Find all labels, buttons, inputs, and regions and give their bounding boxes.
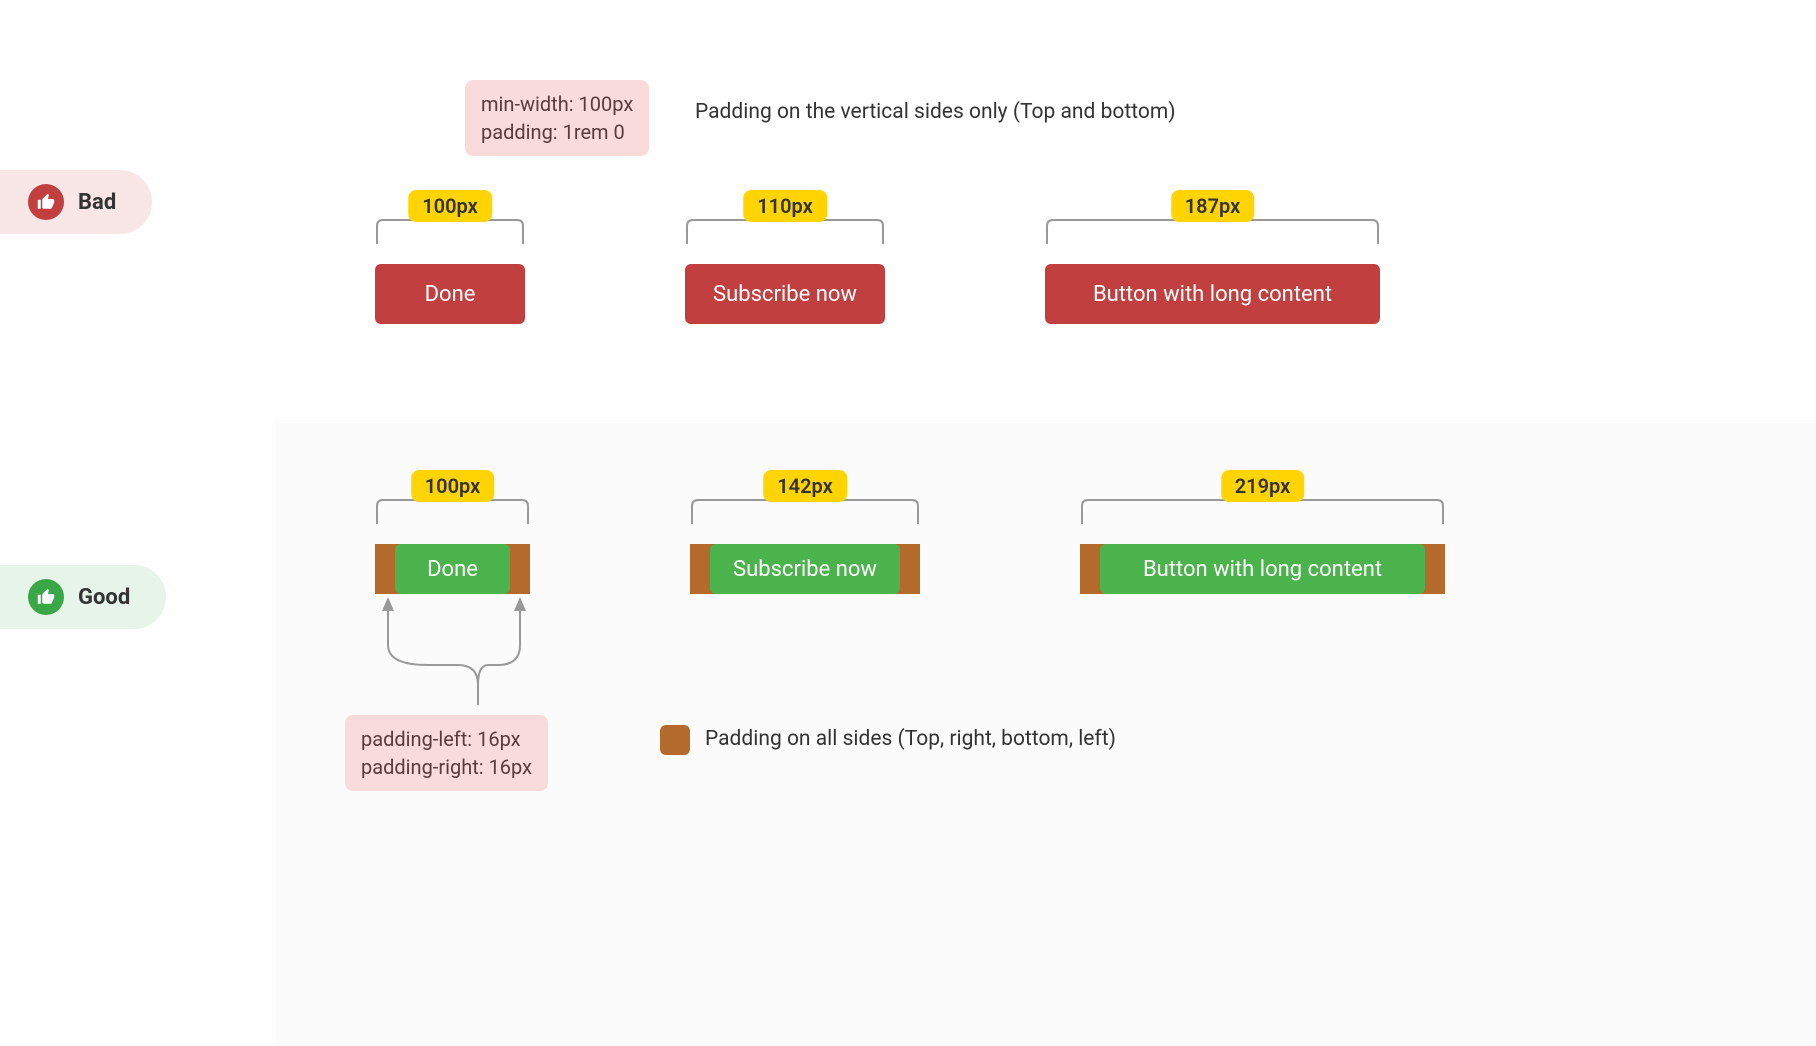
bad-label: Bad (78, 190, 116, 215)
code-line: padding-right: 16px (361, 753, 532, 781)
width-label: 110px (743, 190, 827, 222)
bad-label-pill: Bad (0, 170, 152, 234)
bad-button-done: Done (375, 264, 525, 324)
width-label: 142px (763, 470, 847, 502)
arrows-icon (370, 595, 570, 715)
good-button-done: Done (375, 544, 530, 594)
content: min-width: 100px padding: 1rem 0 Padding… (275, 0, 1816, 1046)
bad-item-2: 110px Subscribe now (685, 200, 885, 324)
width-label: 100px (411, 470, 495, 502)
code-line: padding: 1rem 0 (481, 118, 633, 146)
width-bracket: 187px (1045, 200, 1380, 246)
good-label-pill: Good (0, 565, 166, 629)
page: Bad Good min-width: 100px padding: 1rem … (0, 0, 1816, 1046)
thumbs-up-icon (28, 579, 64, 615)
code-line: padding-left: 16px (361, 725, 532, 753)
good-code-box: padding-left: 16px padding-right: 16px (345, 715, 548, 791)
good-button-inner: Button with long content (1100, 544, 1425, 594)
bad-caption: Padding on the vertical sides only (Top … (695, 100, 1176, 124)
good-legend-caption: Padding on all sides (Top, right, bottom… (705, 727, 1116, 751)
bad-button-subscribe: Subscribe now (685, 264, 885, 324)
good-label: Good (78, 585, 130, 610)
bad-row: 100px Done 110px Subscribe now 187px (375, 200, 1380, 324)
sidebar: Bad Good (0, 0, 275, 1046)
bad-item-3: 187px Button with long content (1045, 200, 1380, 324)
width-bracket: 110px (685, 200, 885, 246)
thumbs-down-icon (28, 184, 64, 220)
code-line: min-width: 100px (481, 90, 633, 118)
good-button-long: Button with long content (1080, 544, 1445, 594)
width-bracket: 100px (375, 200, 525, 246)
good-button-subscribe: Subscribe now (690, 544, 920, 594)
good-row: 100px Done 142px Subscribe now (375, 480, 1445, 594)
bad-code-box: min-width: 100px padding: 1rem 0 (465, 80, 649, 156)
width-bracket: 100px (375, 480, 530, 526)
good-item-3: 219px Button with long content (1080, 480, 1445, 594)
width-label: 219px (1221, 470, 1305, 502)
width-label: 187px (1171, 190, 1255, 222)
good-item-2: 142px Subscribe now (690, 480, 920, 594)
width-bracket: 142px (690, 480, 920, 526)
bad-item-1: 100px Done (375, 200, 525, 324)
width-bracket: 219px (1080, 480, 1445, 526)
legend-swatch (660, 725, 690, 755)
width-label: 100px (408, 190, 492, 222)
good-button-inner: Subscribe now (710, 544, 900, 594)
bad-section: min-width: 100px padding: 1rem 0 Padding… (275, 0, 1816, 420)
good-item-1: 100px Done (375, 480, 530, 594)
good-button-inner: Done (395, 544, 510, 594)
bad-button-long: Button with long content (1045, 264, 1380, 324)
good-section: 100px Done 142px Subscribe now (275, 420, 1816, 1046)
